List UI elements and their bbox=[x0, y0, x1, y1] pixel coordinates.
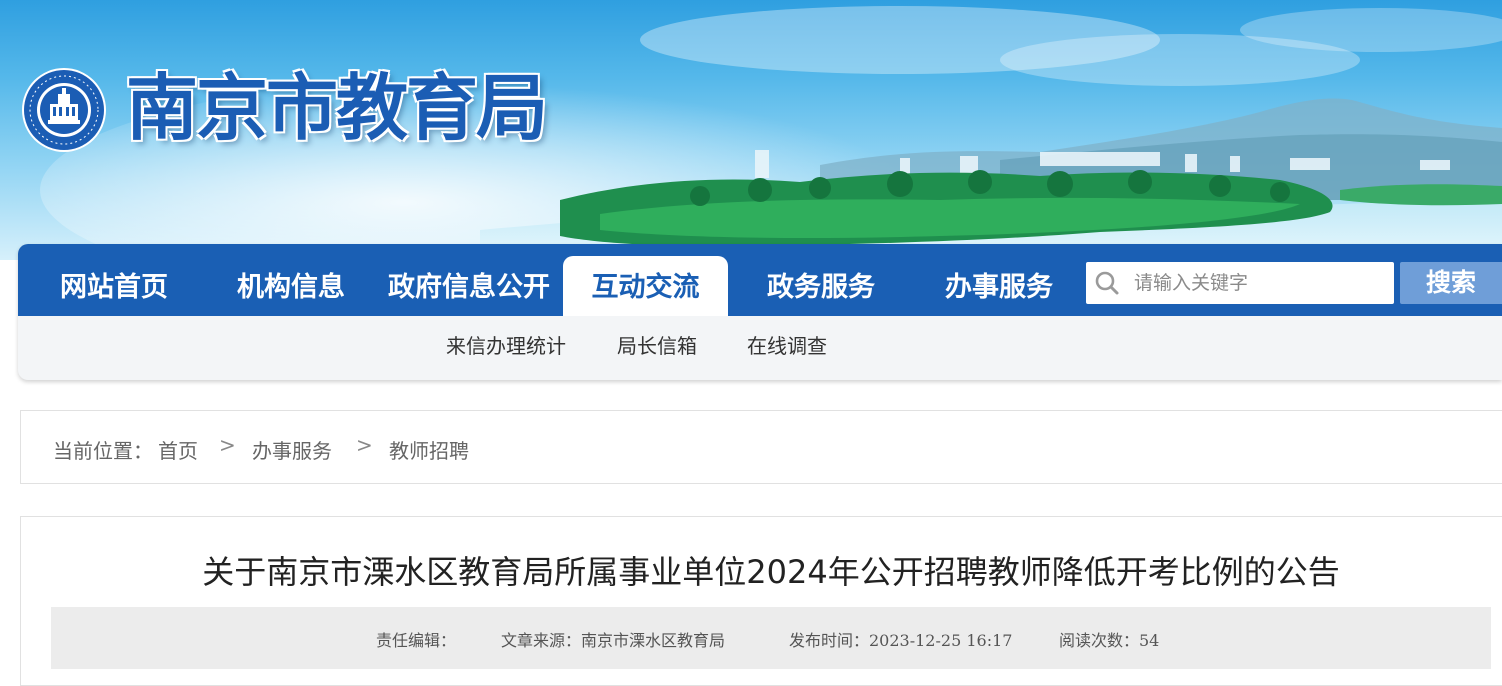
site-title[interactable]: 南京市教育局 bbox=[126, 70, 548, 146]
article-title: 关于南京市溧水区教育局所属事业单位2024年公开招聘教师降低开考比例的公告 bbox=[202, 553, 1340, 591]
breadcrumb-teacher-recruitment[interactable]: 教师招聘 bbox=[389, 435, 469, 464]
search-input[interactable] bbox=[1134, 262, 1384, 304]
breadcrumb-prefix: 当前位置： bbox=[53, 439, 153, 463]
article-meta-bar: 责任编辑： 文章来源：南京市溧水区教育局 发布时间：2023-12-25 16:… bbox=[51, 607, 1491, 669]
search-button[interactable]: 搜索 bbox=[1400, 262, 1502, 304]
search-box bbox=[1086, 262, 1394, 304]
breadcrumb-affairs[interactable]: 办事服务 bbox=[252, 435, 332, 464]
nav-item-home[interactable]: 网站首页 bbox=[22, 244, 206, 316]
nav-bar: 网站首页 机构信息 政府信息公开 互动交流 政务服务 办事服务 搜索 bbox=[18, 244, 1502, 316]
nav-item-affairs[interactable]: 办事服务 bbox=[908, 244, 1090, 316]
breadcrumb-home[interactable]: 首页 bbox=[158, 435, 198, 464]
subnav: 来信办理统计 局长信箱 在线调查 bbox=[18, 316, 1502, 380]
nanjing-education-emblem-icon bbox=[22, 68, 106, 152]
search-icon bbox=[1095, 271, 1119, 295]
breadcrumb-separator: > bbox=[219, 433, 236, 457]
nav-item-gov-services[interactable]: 政务服务 bbox=[730, 244, 912, 316]
subnav-item-director-mailbox[interactable]: 局长信箱 bbox=[617, 330, 697, 359]
meta-source: 文章来源：南京市溧水区教育局 bbox=[501, 631, 726, 650]
header-banner: 南京市教育局 bbox=[0, 0, 1502, 260]
nav-item-gov-info[interactable]: 政府信息公开 bbox=[378, 244, 560, 316]
nav-item-interaction[interactable]: 互动交流 bbox=[563, 256, 728, 316]
breadcrumb: 当前位置： 首页 > 办事服务 > 教师招聘 bbox=[20, 410, 1502, 484]
meta-published: 发布时间：2023-12-25 16:17 bbox=[789, 631, 1013, 650]
meta-views: 阅读次数：54 bbox=[1059, 631, 1160, 650]
main-navigation: 网站首页 机构信息 政府信息公开 互动交流 政务服务 办事服务 搜索 来信办理统… bbox=[18, 244, 1502, 380]
meta-editor: 责任编辑： bbox=[376, 631, 457, 650]
subnav-item-letter-stats[interactable]: 来信办理统计 bbox=[446, 330, 566, 359]
subnav-item-online-survey[interactable]: 在线调查 bbox=[747, 330, 827, 359]
article: 关于南京市溧水区教育局所属事业单位2024年公开招聘教师降低开考比例的公告 责任… bbox=[20, 516, 1502, 686]
breadcrumb-separator: > bbox=[356, 433, 373, 457]
nav-item-organization[interactable]: 机构信息 bbox=[200, 244, 382, 316]
